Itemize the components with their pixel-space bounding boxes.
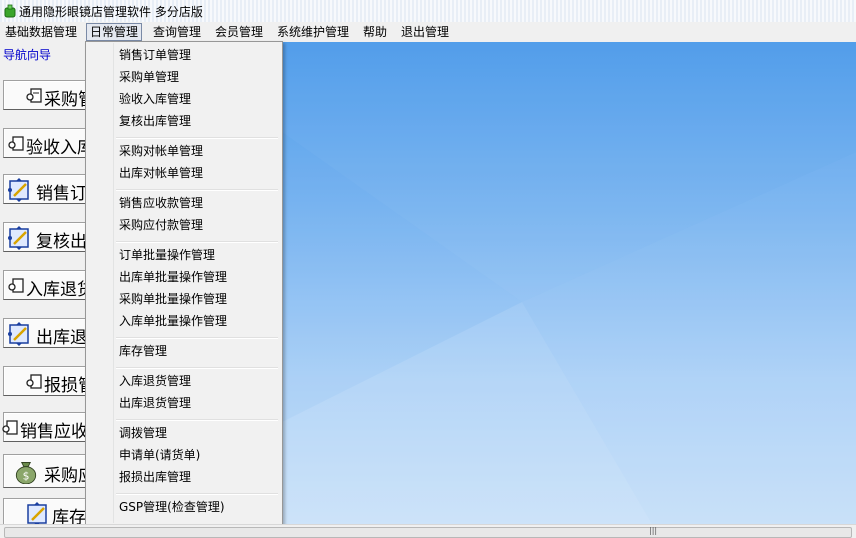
menu-item-sales-order[interactable]: 销售订单管理 [119,45,191,65]
menu-bar: 基础数据管理 日常管理 查询管理 会员管理 系统维护管理 帮助 退出管理 [0,22,856,42]
menu-item-inbound-batch[interactable]: 入库单批量操作管理 [119,311,227,331]
menu-basic-data[interactable]: 基础数据管理 [1,24,81,40]
menu-item-loss-out[interactable]: 报损出库管理 [119,467,191,487]
menu-daily-management[interactable]: 日常管理 [86,23,143,41]
menu-separator [116,137,278,139]
menu-item-requisition[interactable]: 申请单(请货单) [119,445,200,465]
edit-blue-icon [8,226,29,250]
money-bag-icon: $ [15,461,37,484]
menu-item-purchase-order[interactable]: 采购单管理 [119,67,179,87]
menu-member-management[interactable]: 会员管理 [211,24,267,40]
app-icon [4,4,16,18]
edit-blue-icon [27,502,47,524]
menu-item-receivables[interactable]: 销售应收款管理 [119,193,203,213]
menu-item-payables[interactable]: 采购应付款管理 [119,215,203,235]
menu-item-transfer[interactable]: 调拨管理 [119,423,167,443]
menu-item-outbound-batch[interactable]: 出库单批量操作管理 [119,267,227,287]
nav-button-label: 库存 [52,508,86,524]
nav-button-label: 出库退 [36,328,87,348]
menu-item-outbound-statement[interactable]: 出库对帐单管理 [119,163,203,183]
nav-header[interactable]: 导航向导 [3,46,51,63]
menu-item-outbound-return[interactable]: 出库退货管理 [119,393,191,413]
title-bar: 通用隐形眼镜店管理软件 多分店版 [0,0,856,23]
menu-item-inventory[interactable]: 库存管理 [119,341,167,361]
menu-item-purchase-batch[interactable]: 采购单批量操作管理 [119,289,227,309]
edit-blue-icon [8,178,29,202]
horizontal-scrollbar[interactable]: ||| [0,524,856,538]
nav-button-label: 验收入库 [26,138,94,158]
menu-item-purchase-statement[interactable]: 采购对帐单管理 [119,141,203,161]
menu-separator [116,493,278,495]
background-graphic [282,42,856,524]
svg-text:$: $ [23,470,30,483]
menu-separator [116,189,278,191]
menu-item-receiving[interactable]: 验收入库管理 [119,89,191,109]
menu-item-order-batch[interactable]: 订单批量操作管理 [119,245,215,265]
menu-query-management[interactable]: 查询管理 [149,24,205,40]
menu-exit[interactable]: 退出管理 [397,24,453,40]
menu-item-inbound-return[interactable]: 入库退货管理 [119,371,191,391]
scrollbar-thumb[interactable] [4,527,852,538]
scrollbar-grip-icon: ||| [649,526,658,535]
nav-button-label: 销售订 [36,184,87,204]
menu-item-review-out[interactable]: 复核出库管理 [119,111,191,131]
menu-gutter [87,43,114,523]
menu-item-gsp[interactable]: GSP管理(检查管理) [119,497,225,517]
window-title: 通用隐形眼镜店管理软件 多分店版 [19,5,203,19]
menu-help[interactable]: 帮助 [359,24,391,40]
menu-separator [116,367,278,369]
menu-separator [116,241,278,243]
edit-blue-icon [8,322,29,346]
workspace-background [282,42,856,524]
menu-separator [116,419,278,421]
menu-system-maintenance[interactable]: 系统维护管理 [273,24,353,40]
nav-button-label: 入库退货 [26,280,94,300]
nav-button-label: 销售应收 [20,422,88,442]
daily-management-menu: 销售订单管理 采购单管理 验收入库管理 复核出库管理 采购对帐单管理 出库对帐单… [85,41,283,525]
nav-button-label: 复核出 [36,232,87,252]
menu-separator [116,337,278,339]
